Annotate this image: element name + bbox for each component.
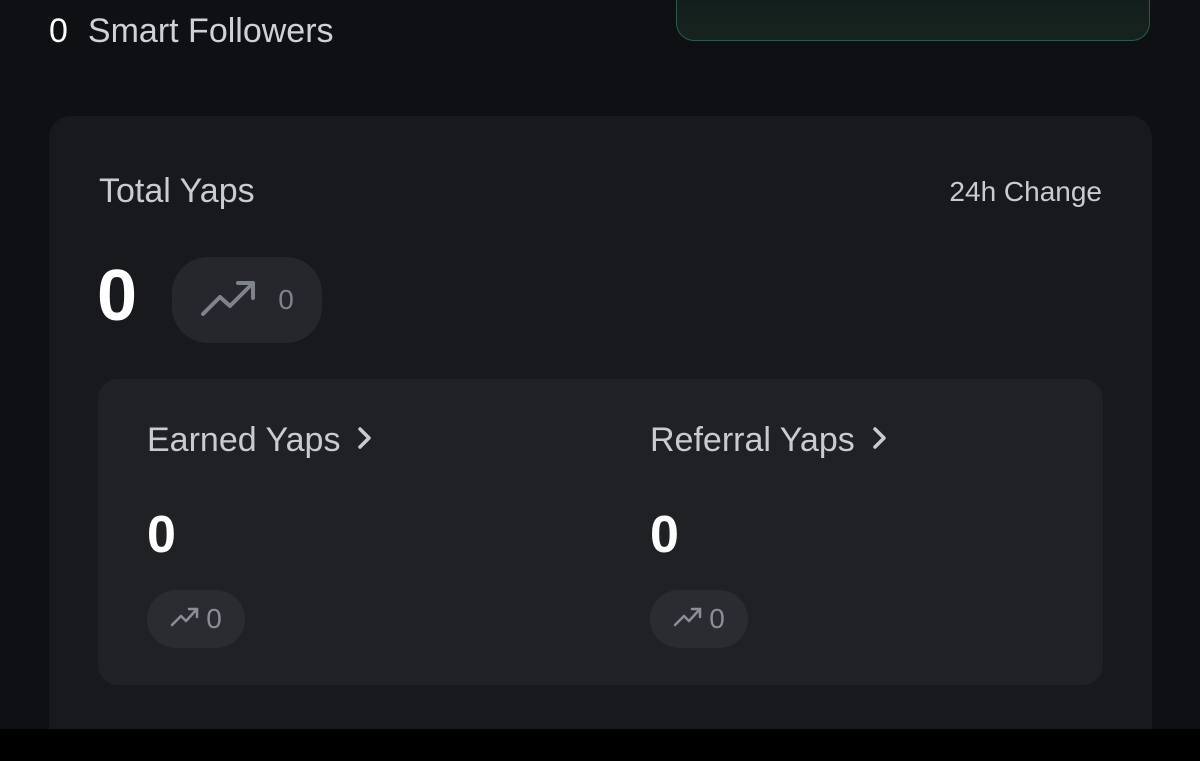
referral-yaps-label: Referral Yaps — [650, 421, 855, 459]
total-yaps-card: Total Yaps 24h Change 0 0 Earned Yaps 0 … — [49, 116, 1152, 756]
earned-yaps-change-value: 0 — [206, 603, 222, 634]
bottom-bar — [0, 729, 1200, 761]
smart-followers: 0 Smart Followers — [49, 12, 334, 51]
chevron-right-icon — [356, 421, 374, 460]
trending-up-icon — [200, 278, 258, 323]
total-yaps-label: Total Yaps — [99, 172, 255, 210]
chevron-right-icon — [871, 421, 889, 460]
total-yaps-value: 0 — [97, 256, 138, 336]
total-yaps-change-value: 0 — [278, 284, 294, 315]
referral-yaps-change-value: 0 — [709, 603, 725, 634]
referral-yaps-link[interactable]: Referral Yaps — [650, 421, 889, 460]
page: 0 Smart Followers Total Yaps 24h Change … — [0, 0, 1200, 761]
trending-up-icon — [673, 606, 703, 633]
change-24h-label: 24h Change — [949, 176, 1102, 207]
earned-yaps-change-badge: 0 — [147, 590, 245, 648]
referral-yaps-change-badge: 0 — [650, 590, 748, 648]
earned-yaps-label: Earned Yaps — [147, 421, 341, 459]
earned-yaps-section: Earned Yaps 0 0 — [147, 379, 627, 685]
total-yaps-change-badge: 0 — [172, 257, 322, 343]
smart-followers-label: Smart Followers — [87, 12, 334, 50]
yaps-breakdown: Earned Yaps 0 0 Referral Yaps 0 0 — [98, 379, 1103, 685]
highlight-card[interactable] — [676, 0, 1150, 41]
referral-yaps-section: Referral Yaps 0 0 — [650, 379, 1130, 685]
referral-yaps-value: 0 — [650, 506, 679, 564]
earned-yaps-link[interactable]: Earned Yaps — [147, 421, 374, 460]
smart-followers-count: 0 — [49, 12, 68, 50]
trending-up-icon — [170, 606, 200, 633]
earned-yaps-value: 0 — [147, 506, 176, 564]
